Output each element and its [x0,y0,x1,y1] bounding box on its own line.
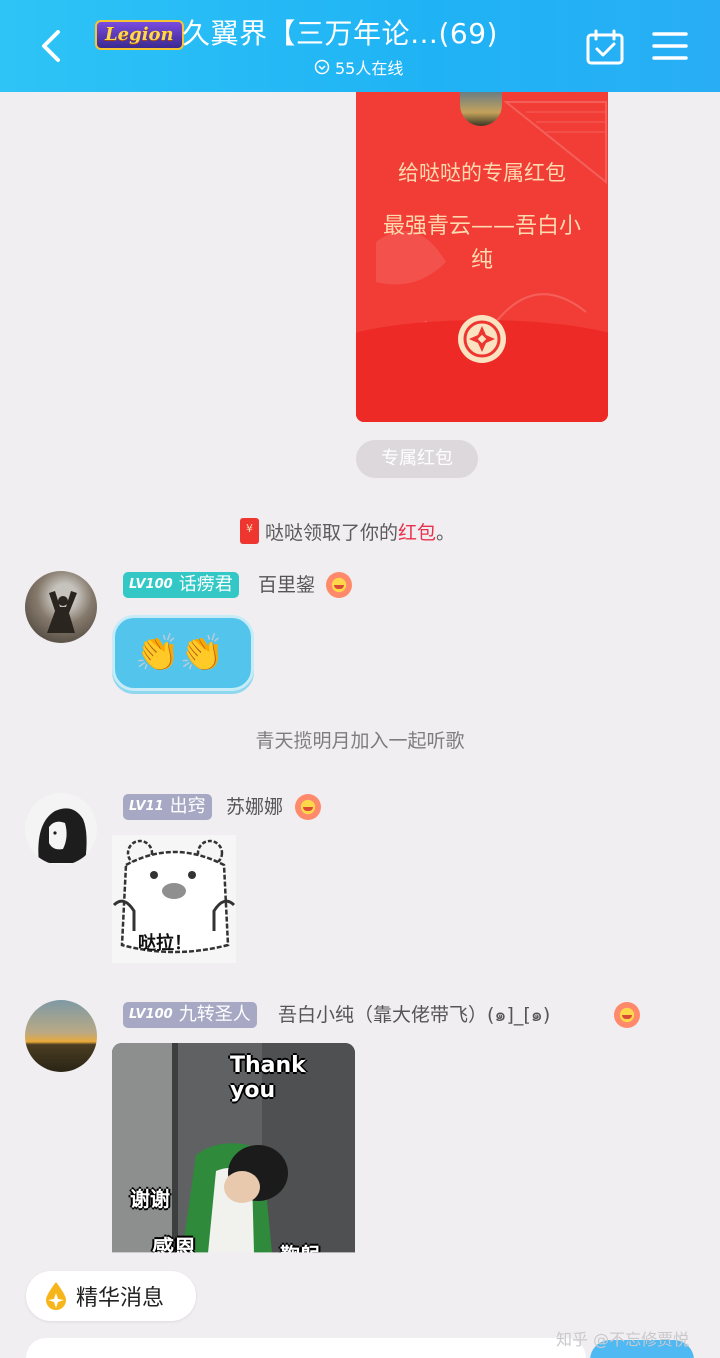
essence-label: 精华消息 [76,1286,165,1311]
back-button[interactable] [36,28,66,64]
chevron-left-icon [42,30,60,62]
group-title[interactable]: 久翼界【三万年论…(69) [182,16,498,52]
sender-name[interactable]: 百里鋆 [258,572,315,598]
claim-link[interactable]: 红包 [398,518,436,545]
red-envelope-icon [240,518,259,544]
claim-suffix: 。 [436,521,456,544]
online-count-text: 55人在线 [335,59,404,78]
chevron-circle-down-icon [314,59,330,75]
join-notice: 青天揽明月加入一起听歌 [255,730,465,752]
vip-face-icon [614,1002,640,1028]
sticker-caption: 鞠躬 [280,1239,320,1253]
coin-icon [458,315,506,363]
sender-name[interactable]: 吾白小纯（靠大佬带飞）(๑]_[๑) [278,1002,550,1028]
sticker-caption: 哒拉！ [138,933,192,954]
level-badge: LV100 九转圣人 [123,1002,257,1028]
level-title: 出窍 [169,796,206,817]
level-number: LV100 [129,1007,173,1022]
vip-face-icon [326,572,352,598]
level-title: 九转圣人 [178,1004,251,1025]
red-packet-card[interactable]: 给哒哒的专属红包 最强青云——吾白小纯 [356,92,608,422]
essence-messages-button[interactable]: 精华消息 [26,1271,196,1321]
level-badge: LV100 话痨君 [123,572,239,598]
red-packet-message: 最强青云——吾白小纯 [382,214,581,273]
level-number: LV11 [129,799,164,814]
watermark: 知乎 @不忘修贾悦 [556,1330,690,1349]
vip-face-icon [295,794,321,820]
calendar-check-icon [586,29,624,65]
level-number: LV100 [129,577,173,592]
claim-notice: 哒哒领取了你的红包。 [240,516,455,546]
sticker-caption: Thank you [230,1053,306,1103]
avatar-figure [47,591,77,633]
avatar[interactable] [25,1000,97,1072]
clapping-hands-icon: 👏👏 [135,633,225,674]
level-badge: LV11 出窍 [123,794,212,820]
hamburger-menu-icon [652,32,688,60]
sticker-caption: 感恩 [152,1237,197,1253]
avatar[interactable] [25,793,97,865]
thank-you-sticker[interactable]: Thank you 谢谢 感恩 鞠躬 [112,1043,355,1253]
sticker-caption: 谢谢 [130,1187,170,1211]
avatar[interactable] [25,571,97,643]
red-packet-title: 给哒哒的专属红包 [398,161,566,185]
level-title: 话痨君 [178,574,233,595]
sender-name[interactable]: 苏娜娜 [226,794,283,820]
calendar-button[interactable] [585,28,625,66]
group-logo: Legion [95,20,184,50]
claim-text: 哒哒领取了你的 [265,521,399,544]
red-packet-type-tag: 专属红包 [356,440,478,478]
chat-header: Legion 久翼界【三万年论…(69) 55人在线 [0,0,720,92]
online-count[interactable]: 55人在线 [314,56,403,78]
avatar-figure [38,808,87,863]
message-bubble[interactable]: 👏👏 [112,615,254,691]
gold-drop-icon [46,1282,66,1310]
menu-button[interactable] [652,30,688,62]
bear-sticker[interactable]: 哒拉！ [112,835,236,963]
message-input[interactable] [26,1338,586,1358]
